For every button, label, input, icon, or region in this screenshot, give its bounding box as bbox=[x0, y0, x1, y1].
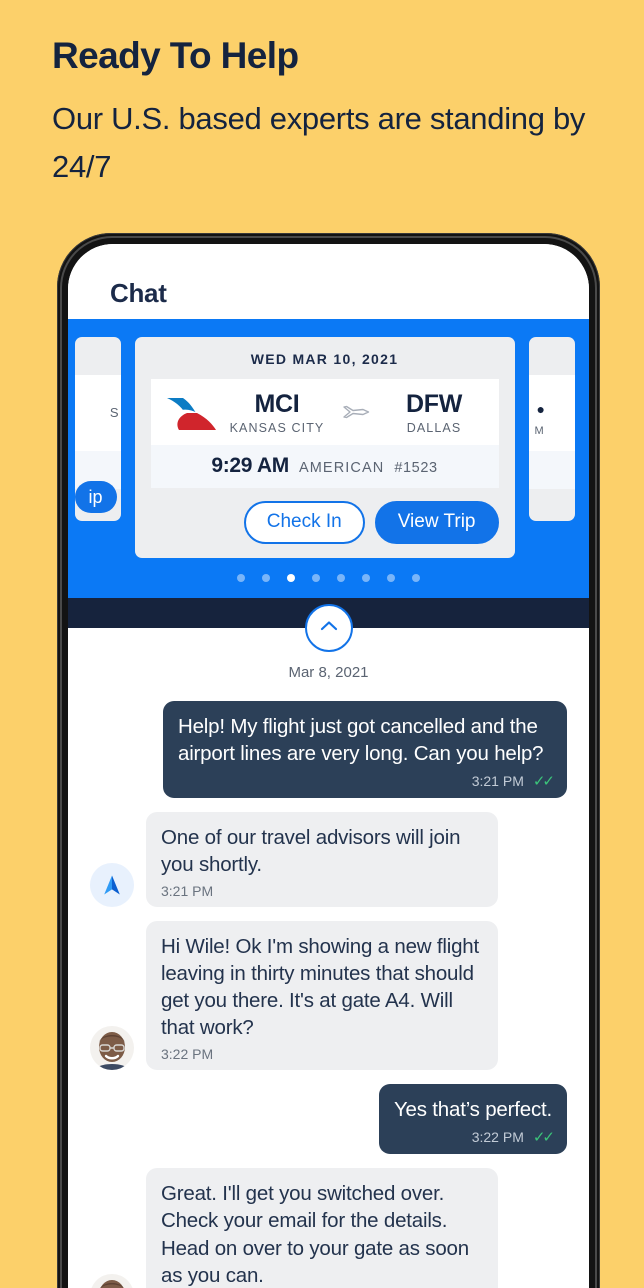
phone-screen: Chat S ip WED MAR 10, 2021 MCI KANSAS CI… bbox=[68, 244, 589, 1288]
message-timestamp: 3:22 PM bbox=[471, 1129, 524, 1146]
page-subtitle: Our U.S. based experts are standing by 2… bbox=[52, 100, 586, 184]
page-title: Ready To Help bbox=[52, 35, 299, 76]
message-thread[interactable]: Mar 8, 2021 Help! My flight just got can… bbox=[68, 628, 589, 1288]
departure-time: 9:29 AM bbox=[211, 454, 289, 477]
message-meta: 3:22 PM bbox=[161, 1046, 483, 1062]
flight-date: WED MAR 10, 2021 bbox=[250, 351, 399, 367]
carousel-card-previous[interactable]: S ip bbox=[74, 337, 121, 521]
promo-header: Ready To Help Our U.S. based experts are… bbox=[52, 35, 592, 191]
carousel-track: S ip WED MAR 10, 2021 MCI KANSAS CITY DF… bbox=[68, 337, 589, 558]
read-receipt-icon: ✓✓ bbox=[532, 773, 555, 791]
carousel-dot-6[interactable] bbox=[387, 574, 395, 582]
carousel-card-next[interactable]: ● M bbox=[528, 337, 575, 521]
message-text: Great. I'll get you switched over. Check… bbox=[161, 1182, 469, 1287]
scroll-up-button[interactable] bbox=[304, 604, 353, 652]
day-separator: Mar 8, 2021 bbox=[288, 664, 369, 681]
ghost-view-trip-button[interactable]: ip bbox=[74, 481, 117, 513]
flight-carousel[interactable]: S ip WED MAR 10, 2021 MCI KANSAS CITY DF… bbox=[68, 319, 589, 598]
message-text: Help! My flight just got cancelled and t… bbox=[178, 715, 544, 766]
american-airlines-logo-icon bbox=[163, 389, 219, 435]
flight-number: #1523 bbox=[394, 460, 438, 476]
app-bar: Chat bbox=[68, 244, 589, 319]
message-text: One of our travel advisors will join you… bbox=[161, 826, 461, 877]
carousel-dot-3[interactable] bbox=[312, 574, 320, 582]
ghost-airline-logo-icon: ● bbox=[536, 401, 545, 417]
message-timestamp: 3:21 PM bbox=[161, 883, 214, 900]
message-list: Help! My flight just got cancelled and t… bbox=[90, 701, 567, 1288]
message-timestamp: 3:21 PM bbox=[471, 773, 524, 790]
airplane-icon bbox=[336, 401, 376, 423]
origin-code: MCI bbox=[254, 389, 300, 418]
ghost-partial-text: S bbox=[109, 405, 119, 420]
message-meta: 3:21 PM ✓✓ bbox=[178, 772, 555, 791]
carousel-dot-1[interactable] bbox=[262, 574, 270, 582]
brand-arrow-avatar bbox=[90, 863, 134, 908]
message-row: Great. I'll get you switched over. Check… bbox=[90, 1168, 567, 1288]
message-row: Yes that’s perfect. 3:22 PM ✓✓ bbox=[90, 1084, 567, 1155]
carousel-dot-5[interactable] bbox=[362, 574, 370, 582]
carousel-dot-4[interactable] bbox=[337, 574, 345, 582]
destination-code: DFW bbox=[405, 389, 463, 418]
message-text: Yes that’s perfect. bbox=[393, 1098, 552, 1122]
origin-leg: MCI KANSAS CITY bbox=[225, 390, 330, 435]
read-receipt-icon: ✓✓ bbox=[532, 1129, 555, 1147]
agent-photo-avatar bbox=[90, 1273, 134, 1288]
ghost-partial-text: M bbox=[534, 425, 544, 437]
agent-photo-avatar bbox=[90, 1026, 134, 1071]
carrier-name: AMERICAN bbox=[298, 460, 385, 476]
destination-city: DALLAS bbox=[406, 420, 462, 435]
sent-message-bubble[interactable]: Help! My flight just got cancelled and t… bbox=[163, 701, 567, 799]
flight-card-actions: Check In View Trip bbox=[151, 488, 499, 544]
message-timestamp: 3:22 PM bbox=[161, 1046, 214, 1063]
carousel-dot-0[interactable] bbox=[237, 574, 245, 582]
ghost-route-area bbox=[528, 375, 575, 451]
message-row: Help! My flight just got cancelled and t… bbox=[90, 701, 567, 799]
received-message-bubble[interactable]: Great. I'll get you switched over. Check… bbox=[146, 1168, 498, 1288]
phone-mockup: Chat S ip WED MAR 10, 2021 MCI KANSAS CI… bbox=[57, 233, 600, 1288]
ghost-time-area bbox=[528, 451, 575, 489]
sent-message-bubble[interactable]: Yes that’s perfect. 3:22 PM ✓✓ bbox=[378, 1084, 567, 1155]
flight-card[interactable]: WED MAR 10, 2021 MCI KANSAS CITY DFW DAL… bbox=[134, 337, 515, 558]
received-message-bubble[interactable]: One of our travel advisors will join you… bbox=[146, 812, 498, 908]
flight-route: MCI KANSAS CITY DFW DALLAS bbox=[150, 379, 499, 445]
view-trip-button[interactable]: View Trip bbox=[374, 501, 499, 544]
carousel-dot-2[interactable] bbox=[287, 574, 295, 582]
carousel-dot-7[interactable] bbox=[412, 574, 420, 582]
app-bar-title: Chat bbox=[110, 278, 167, 308]
check-in-button[interactable]: Check In bbox=[243, 501, 365, 544]
message-row: Hi Wile! Ok I'm showing a new flight lea… bbox=[90, 921, 567, 1071]
message-meta: 3:22 PM ✓✓ bbox=[394, 1128, 555, 1147]
origin-city: KANSAS CITY bbox=[229, 420, 325, 435]
carousel-pagination-dots[interactable] bbox=[68, 558, 589, 592]
flight-time-row: 9:29 AM AMERICAN #1523 bbox=[150, 445, 499, 488]
message-meta: 3:21 PM bbox=[161, 883, 483, 899]
received-message-bubble[interactable]: Hi Wile! Ok I'm showing a new flight lea… bbox=[146, 921, 498, 1071]
destination-leg: DFW DALLAS bbox=[382, 390, 487, 435]
chevron-up-icon bbox=[317, 614, 341, 643]
divider-band bbox=[68, 598, 589, 652]
message-row: One of our travel advisors will join you… bbox=[90, 812, 567, 908]
message-text: Hi Wile! Ok I'm showing a new flight lea… bbox=[161, 935, 479, 1040]
